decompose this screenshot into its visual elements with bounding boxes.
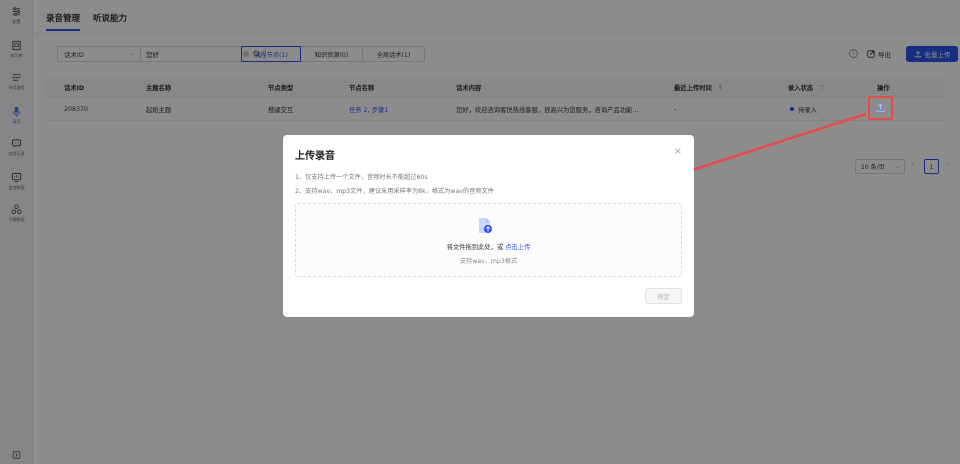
dialog-title: 上传录音	[295, 151, 335, 162]
confirm-button[interactable]: 确定	[645, 288, 682, 304]
upload-recording-dialog: 上传录音 × 1、仅支持上传一个文件，音频时长不能超过60s 2、支持wav、m…	[283, 135, 694, 317]
file-upload-icon	[479, 218, 492, 233]
format-hint: 支持wav、mp3格式	[459, 258, 518, 265]
click-upload-link[interactable]: 点击上传	[505, 244, 530, 251]
upload-note-2: 2、支持wav、mp3文件，建议采用采样率为8k，格式为wav的音频文件	[295, 188, 494, 195]
upload-dropzone[interactable]	[295, 203, 682, 277]
drop-text: 将文件拖到此处，或	[446, 244, 504, 251]
drop-text-line: 将文件拖到此处，或 点击上传	[283, 242, 694, 251]
close-icon[interactable]: ×	[674, 146, 682, 157]
upload-row-icon-highlighted[interactable]	[875, 102, 886, 113]
upload-note-1: 1、仅支持上传一个文件，音频时长不能超过60s	[295, 174, 428, 181]
